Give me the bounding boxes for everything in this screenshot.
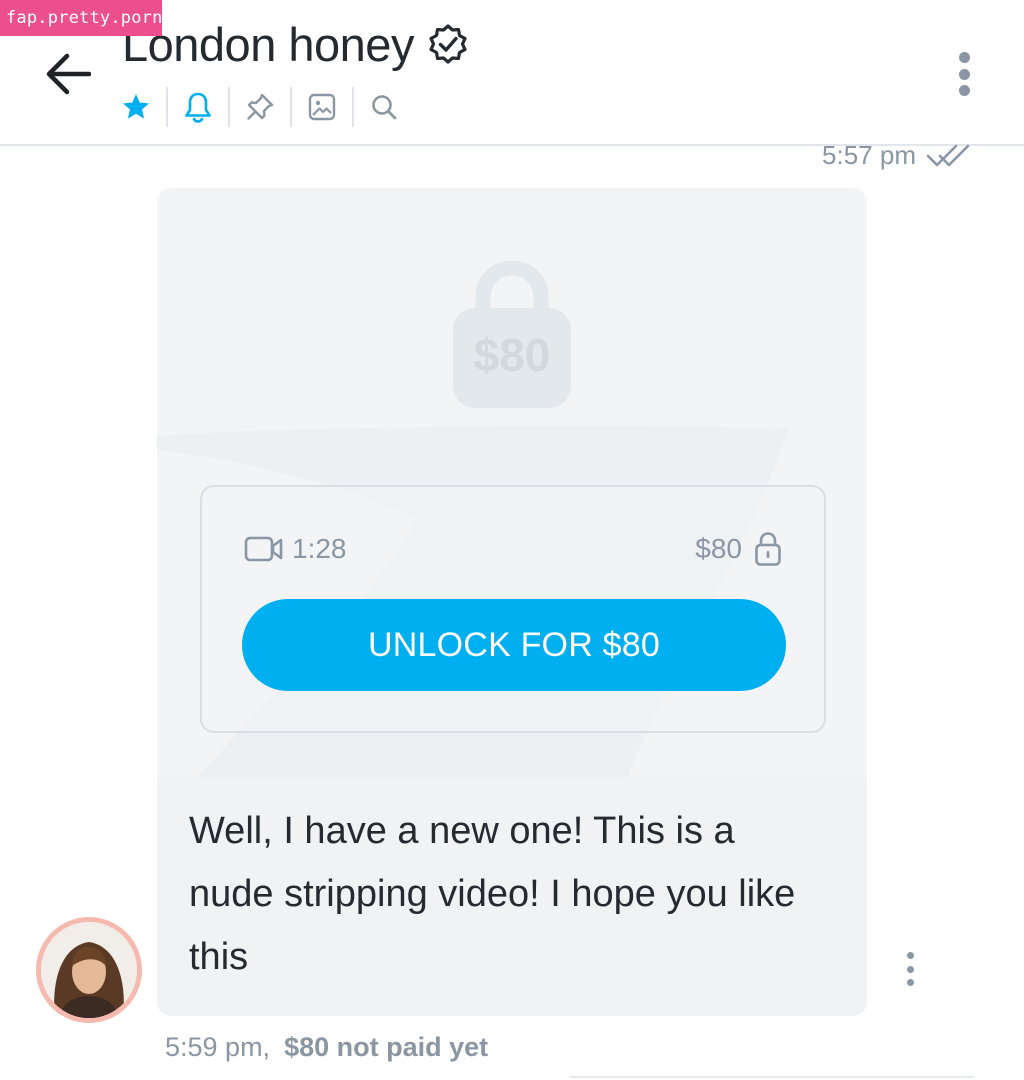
toolbar-divider — [166, 87, 168, 127]
video-duration: 1:28 — [244, 533, 347, 565]
video-camera-icon — [244, 536, 283, 562]
dot — [958, 68, 970, 80]
verified-badge-icon — [428, 24, 468, 64]
lock-icon — [755, 532, 781, 566]
dot — [906, 965, 914, 973]
star-icon — [123, 94, 149, 119]
double-check-icon — [926, 144, 970, 166]
more-options-button[interactable] — [944, 48, 984, 100]
price-text: $80 — [695, 533, 742, 564]
unlock-button[interactable]: UNLOCK FOR $80 — [242, 599, 786, 691]
notifications-button[interactable] — [176, 85, 220, 129]
chat-title[interactable]: London honey — [122, 17, 414, 72]
pin-icon — [247, 93, 274, 120]
message-options-button[interactable] — [898, 950, 922, 988]
image-icon — [308, 93, 336, 121]
locked-media: $80 1:28 $80 UNLOCK FOR $80 — [157, 188, 867, 778]
toolbar-divider — [352, 87, 354, 127]
search-icon — [372, 95, 397, 120]
message-meta: 5:59 pm, $80 not paid yet — [165, 1032, 488, 1063]
media-price: $80 — [695, 531, 782, 567]
favorite-button[interactable] — [114, 85, 158, 129]
toolbar-divider — [228, 87, 230, 127]
pin-button[interactable] — [238, 85, 282, 129]
message-text: Well, I have a new one! This is a nude s… — [189, 810, 796, 978]
avatar[interactable] — [36, 917, 142, 1023]
avatar-photo — [41, 922, 137, 1018]
message-timestamp: 5:57 pm — [822, 140, 972, 171]
dot — [958, 52, 970, 63]
arrow-left-icon — [46, 53, 91, 95]
search-button[interactable] — [362, 85, 406, 129]
dot — [906, 979, 914, 986]
chat-toolbar — [114, 84, 406, 130]
message-bubble: $80 1:28 $80 UNLOCK FOR $80 Well, I have… — [157, 188, 867, 1016]
dot — [958, 85, 970, 96]
duration-text: 1:28 — [292, 533, 347, 564]
timestamp-text: 5:59 pm, — [165, 1032, 271, 1062]
bell-icon — [185, 92, 211, 123]
lock-price: $80 — [473, 329, 551, 381]
payment-status: $80 not paid yet — [284, 1032, 489, 1062]
dot — [906, 952, 914, 959]
watermark: fap.pretty.porn — [0, 0, 162, 36]
media-gallery-button[interactable] — [300, 85, 344, 129]
toolbar-divider — [290, 87, 292, 127]
timestamp-text: 5:57 pm — [822, 140, 916, 170]
back-button[interactable] — [38, 46, 98, 102]
divider — [570, 1076, 974, 1078]
media-card: 1:28 $80 UNLOCK FOR $80 — [200, 485, 826, 733]
